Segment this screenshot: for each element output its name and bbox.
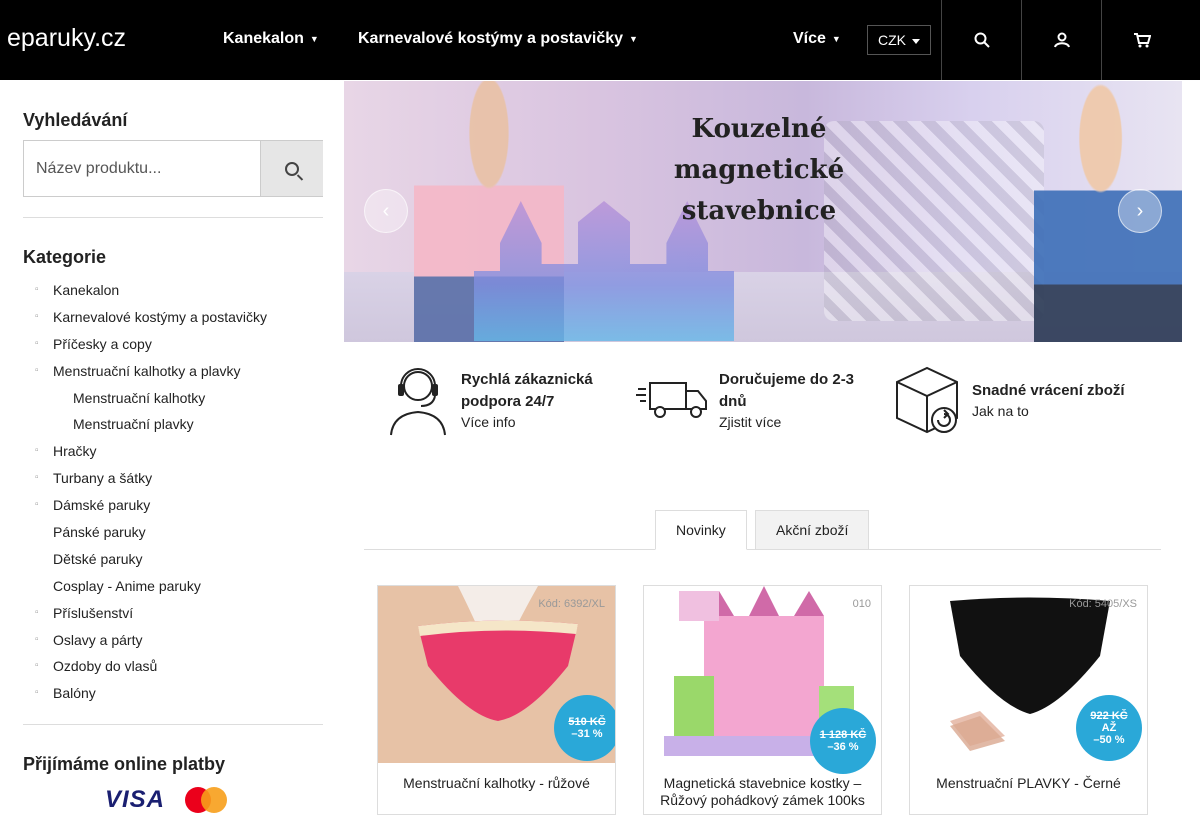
feature-delivery: Doručujeme do 2-3 dnů Zjistit více	[636, 362, 876, 437]
chevron-down-icon: ▼	[309, 34, 319, 44]
sidebar-search	[23, 140, 323, 197]
category-item[interactable]: Turbany a šátky	[23, 468, 323, 495]
search-submit-button[interactable]	[260, 141, 323, 196]
banner-prev-button[interactable]: ‹	[364, 189, 408, 233]
chevron-right-icon: ›	[1136, 199, 1144, 222]
category-item[interactable]: Hračky	[23, 441, 323, 468]
nav-label: Karnevalové kostýmy a postavičky	[358, 30, 624, 47]
feature-title: Doručujeme do 2-3 dnů	[719, 370, 855, 410]
category-item[interactable]: Cosplay - Anime paruky	[23, 576, 323, 603]
site-logo[interactable]: eparuky.cz	[7, 24, 126, 53]
banner-title: Kouzelné magnetické stavebnice	[673, 114, 845, 226]
discount-percent: –31 %	[571, 728, 603, 740]
category-list: Kanekalon Karnevalové kostýmy a postavič…	[23, 280, 323, 710]
delivery-truck-icon	[636, 362, 711, 437]
chevron-down-icon: ▼	[629, 34, 638, 44]
site-header: eparuky.cz Kanekalon ▼ Karnevalové kostým…	[0, 0, 1200, 80]
payment-logos: VISA	[105, 786, 229, 814]
caret-down-icon	[912, 39, 920, 44]
category-item[interactable]: Příčesky a copy	[23, 334, 323, 361]
discount-badge: 510 KČ –31 %	[554, 695, 615, 761]
nav-kanekalon[interactable]: Kanekalon ▼	[223, 30, 319, 48]
search-icon	[285, 161, 299, 176]
category-item[interactable]: Ozdoby do vlasů	[23, 656, 323, 683]
feature-support: Rychlá zákaznická podpora 24/7 Více info	[383, 362, 623, 437]
hero-banner[interactable]: Kouzelné magnetické stavebnice ‹ ›	[344, 81, 1182, 342]
nav-label: Více	[793, 30, 826, 47]
product-code: Kód: 5405/XS	[1069, 598, 1137, 610]
headset-icon	[383, 362, 453, 437]
category-item[interactable]: Karnevalové kostýmy a postavičky	[23, 307, 323, 334]
category-item[interactable]: Pánské paruky	[23, 522, 323, 549]
search-button[interactable]	[941, 0, 1021, 80]
feature-link[interactable]: Zjistit více	[719, 413, 876, 431]
chevron-down-icon: ▼	[831, 34, 841, 44]
category-item[interactable]: Příslušenství	[23, 603, 323, 630]
search-heading: Vyhledávání	[23, 110, 128, 130]
product-name[interactable]: Magnetická stavebnice kostky – Růžový po…	[652, 775, 873, 809]
currency-select[interactable]: CZK	[867, 25, 931, 55]
price-prefix: AŽ	[1101, 722, 1117, 734]
product-code: 010	[852, 598, 871, 610]
feature-title: Snadné vrácení zboží	[972, 381, 1125, 399]
nav-label: Kanekalon	[223, 30, 304, 47]
search-input[interactable]	[24, 141, 260, 196]
product-card[interactable]: 010 1 128 KČ –36 % Magnetická stavebnice…	[643, 585, 882, 815]
discount-percent: –36 %	[827, 741, 859, 753]
category-item[interactable]: Menstruační kalhotky a plavky	[23, 361, 323, 388]
product-name[interactable]: Menstruační PLAVKY - Černé	[918, 775, 1139, 792]
feature-returns: Snadné vrácení zboží Jak na to	[889, 362, 1159, 437]
user-icon	[1053, 32, 1070, 48]
old-price: 510 KČ	[568, 716, 606, 728]
discount-badge: 922 KČ AŽ –50 %	[1076, 695, 1142, 761]
divider	[23, 217, 323, 218]
categories-heading: Kategorie	[23, 247, 107, 267]
mastercard-logo	[185, 787, 229, 813]
banner-next-button[interactable]: ›	[1118, 189, 1162, 233]
payments-heading: Přijímáme online platby	[23, 754, 226, 774]
category-item[interactable]: Kanekalon	[23, 280, 323, 307]
subcategory-item[interactable]: Menstruační plavky	[23, 414, 323, 441]
feature-link[interactable]: Více info	[461, 413, 623, 431]
category-item[interactable]: Dámské paruky	[23, 495, 323, 522]
product-name[interactable]: Menstruační kalhotky - růžové	[386, 775, 607, 792]
cart-button[interactable]	[1101, 0, 1181, 80]
discount-percent: –50 %	[1093, 734, 1125, 746]
tab-akcni-zbozi[interactable]: Akční zboží	[755, 510, 870, 550]
visa-logo: VISA	[105, 786, 166, 813]
discount-badge: 1 128 KČ –36 %	[810, 708, 876, 774]
old-price: 1 128 KČ	[819, 729, 867, 741]
product-card[interactable]: Kód: 5405/XS 922 KČ AŽ –50 % Menstruační…	[909, 585, 1148, 815]
search-icon	[974, 32, 990, 48]
account-button[interactable]	[1021, 0, 1101, 80]
nav-vice[interactable]: Více ▼	[793, 30, 841, 48]
cart-icon	[1133, 33, 1151, 48]
subcategory-item[interactable]: Menstruační kalhotky	[23, 388, 323, 415]
feature-link[interactable]: Jak na to	[972, 402, 1125, 420]
category-item[interactable]: Dětské paruky	[23, 549, 323, 576]
feature-title: Rychlá zákaznická podpora 24/7	[461, 370, 593, 410]
currency-value: CZK	[878, 32, 906, 48]
product-card[interactable]: Kód: 6392/XL 510 KČ –31 % Menstruační ka…	[377, 585, 616, 815]
category-item[interactable]: Oslavy a párty	[23, 630, 323, 657]
product-code: Kód: 6392/XL	[538, 598, 605, 610]
old-price: 922 KČ	[1090, 710, 1128, 722]
return-box-icon	[889, 362, 964, 437]
chevron-left-icon: ‹	[382, 199, 390, 222]
divider	[23, 724, 323, 725]
nav-karnevalove-kostymy[interactable]: Karnevalové kostýmy a postavičky ▼	[358, 30, 638, 48]
tab-novinky[interactable]: Novinky	[655, 510, 747, 550]
category-item[interactable]: Balóny	[23, 683, 323, 710]
